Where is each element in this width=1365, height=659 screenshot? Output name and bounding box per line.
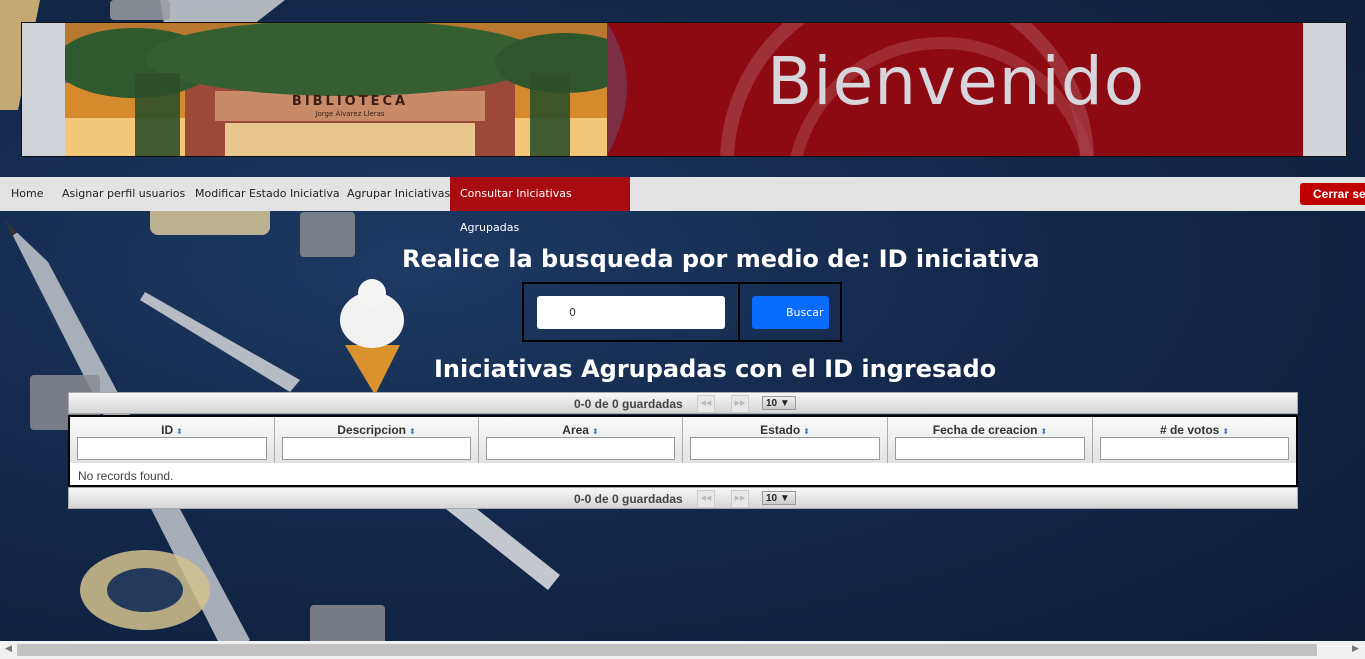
library-building-image: BIBLIOTECA Jorge Álvarez Lleras [65,23,625,156]
nav-item-consultar-agrupadas[interactable]: Consultar Iniciativas Agrupadas [450,177,630,234]
library-sign-subtext: Jorge Álvarez Lleras [314,109,384,118]
sort-icon[interactable]: ⬍ [803,427,810,436]
first-page-icon[interactable]: ◀◀ [697,395,715,413]
column-header-descripcion[interactable]: Descripcion ⬍ [275,417,479,463]
filter-input-descripcion[interactable] [282,437,471,460]
results-table: ID ⬍ Descripcion ⬍ Area ⬍ Estado ⬍ Fecha de … [68,415,1298,487]
welcome-title: Bienvenido [767,43,1146,120]
results-heading: Iniciativas Agrupadas con el ID ingresad… [434,355,997,383]
column-label-fecha: Fecha de creacion [932,423,1038,437]
id-iniciativa-input[interactable] [537,296,725,329]
column-header-area[interactable]: Area ⬍ [479,417,683,463]
logout-button[interactable]: Cerrar se [1300,183,1365,205]
scroll-left-icon[interactable]: ◀ [5,644,12,654]
rows-per-page-value: 10 [766,493,778,504]
filter-input-id[interactable] [77,437,267,460]
welcome-panel: Bienvenido [607,23,1303,156]
column-label-votos: # de votos [1159,423,1220,437]
filter-input-area[interactable] [486,437,675,460]
pager-status: 0-0 de 0 guardadas [574,492,683,506]
filter-input-fecha[interactable] [895,437,1085,460]
column-label-descripcion: Descripcion [337,423,406,437]
nav-item-agrupar[interactable]: Agrupar Iniciativas [337,177,460,211]
empty-message: No records found. [78,469,174,483]
column-header-id[interactable]: ID ⬍ [70,417,275,463]
column-label-area: Area [562,423,589,437]
library-photo: BIBLIOTECA Jorge Álvarez Lleras [65,23,625,156]
banner-frame: BIBLIOTECA Jorge Álvarez Lleras Bienveni… [21,22,1347,157]
sort-icon[interactable]: ⬍ [592,427,599,436]
last-page-icon[interactable]: ▶▶ [731,490,749,508]
search-panel: Buscar [522,282,842,342]
first-page-icon[interactable]: ◀◀ [697,490,715,508]
sort-icon[interactable]: ⬍ [409,427,416,436]
column-header-votos[interactable]: # de votos ⬍ [1093,417,1296,463]
sort-icon[interactable]: ⬍ [1041,427,1048,436]
column-label-estado: Estado [760,423,801,437]
nav-item-modificar-estado[interactable]: Modificar Estado Iniciativa [185,177,350,211]
filter-input-estado[interactable] [690,437,880,460]
horizontal-scrollbar[interactable]: ◀ ▶ [0,641,1365,659]
library-sign-text: BIBLIOTECA [292,94,408,109]
header-banner: BIBLIOTECA Jorge Álvarez Lleras Bienveni… [0,0,1365,178]
search-heading: Realice la busqueda por medio de: ID ini… [402,245,1040,273]
search-divider [738,284,740,340]
search-button[interactable]: Buscar [752,296,829,329]
rows-per-page-select[interactable]: 10 ▼ [762,396,796,410]
rows-per-page-value: 10 [766,398,778,409]
sort-icon[interactable]: ⬍ [1222,427,1229,436]
paginator-bottom: 0-0 de 0 guardadas ◀◀ ▶▶ 10 ▼ [68,487,1298,509]
scroll-right-icon[interactable]: ▶ [1352,644,1359,654]
main-nav: Home Asignar perfil usuarios Modificar E… [0,177,1365,234]
filter-input-votos[interactable] [1100,437,1289,460]
nav-item-asignar-perfil[interactable]: Asignar perfil usuarios [52,177,195,211]
column-label-id: ID [161,423,174,437]
paginator-top: 0-0 de 0 guardadas ◀◀ ▶▶ 10 ▼ [68,392,1298,414]
pager-status: 0-0 de 0 guardadas [574,397,683,411]
sort-icon[interactable]: ⬍ [176,427,183,436]
column-header-estado[interactable]: Estado ⬍ [683,417,888,463]
last-page-icon[interactable]: ▶▶ [731,395,749,413]
rows-per-page-select[interactable]: 10 ▼ [762,491,796,505]
nav-item-home[interactable]: Home [1,177,53,211]
column-header-fecha[interactable]: Fecha de creacion ⬍ [888,417,1093,463]
scrollbar-thumb[interactable] [17,644,1317,656]
